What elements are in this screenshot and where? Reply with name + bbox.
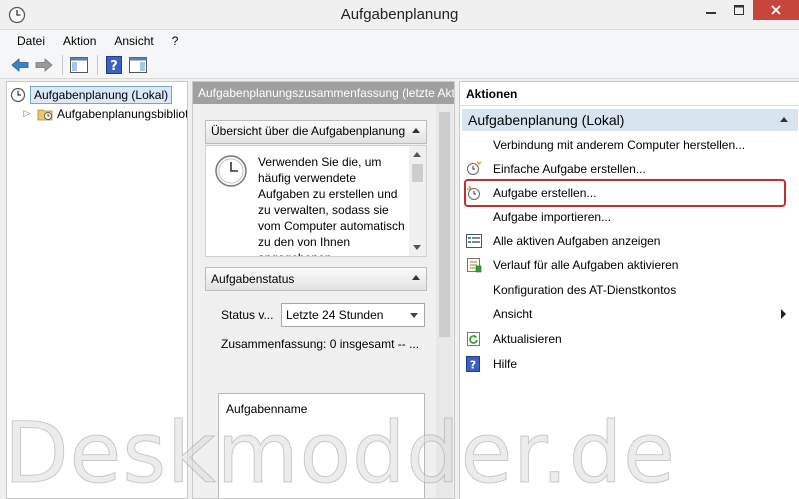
actions-group-header[interactable]: Aufgabenplanung (Lokal) bbox=[462, 109, 798, 131]
summary-scrollbar[interactable] bbox=[436, 104, 453, 498]
action-help[interactable]: ? Hilfe bbox=[466, 353, 786, 375]
action-at-service-config[interactable]: Konfiguration des AT-Dienstkontos bbox=[466, 279, 786, 301]
overview-scrollbar[interactable] bbox=[409, 146, 426, 256]
svg-text:?: ? bbox=[110, 59, 118, 74]
action-refresh[interactable]: Aktualisieren bbox=[466, 328, 786, 350]
scrollbar-thumb[interactable] bbox=[412, 164, 423, 182]
navigation-tree: Aufgabenplanung (Lokal) ▷ Aufgabenplanun… bbox=[6, 81, 188, 499]
action-label: Aufgabe importieren... bbox=[493, 210, 612, 224]
back-button[interactable] bbox=[9, 54, 31, 76]
action-create-task[interactable]: Aufgabe erstellen... bbox=[464, 179, 786, 207]
column-header-task-name[interactable]: Aufgabenname bbox=[226, 402, 307, 416]
expand-icon[interactable]: ▷ bbox=[21, 108, 33, 119]
actions-header: Aktionen bbox=[460, 82, 799, 106]
action-pane-icon bbox=[129, 57, 147, 73]
actions-group-title: Aufgabenplanung (Lokal) bbox=[468, 112, 625, 128]
overview-text: Verwenden Sie die, um häufig verwendete … bbox=[258, 155, 405, 256]
scroll-down-icon[interactable] bbox=[413, 245, 421, 250]
help-icon: ? bbox=[106, 56, 122, 74]
toolbar-separator bbox=[62, 55, 63, 75]
folder-clock-icon bbox=[37, 106, 53, 122]
collapse-icon[interactable] bbox=[780, 117, 788, 122]
help-icon: ? bbox=[466, 356, 482, 372]
refresh-icon bbox=[466, 331, 482, 347]
status-title: Aufgabenstatus bbox=[211, 272, 295, 286]
task-table[interactable]: Aufgabenname bbox=[218, 393, 425, 498]
toolbar: ? bbox=[0, 52, 799, 79]
svg-text:?: ? bbox=[470, 359, 476, 372]
blank-icon bbox=[466, 306, 482, 322]
window-controls bbox=[697, 0, 799, 20]
status-label: Status v... bbox=[221, 308, 274, 322]
status-period-select[interactable]: Letzte 24 Stunden bbox=[281, 303, 425, 327]
create-task-icon bbox=[466, 185, 482, 201]
actions-panel: Aktionen Aufgabenplanung (Lokal) Verbind… bbox=[459, 81, 799, 499]
scrollbar-thumb[interactable] bbox=[439, 112, 450, 337]
status-period-value: Letzte 24 Stunden bbox=[286, 308, 384, 322]
action-label: Konfiguration des AT-Dienstkontos bbox=[493, 283, 677, 297]
tree-item-root-label: Aufgabenplanung (Lokal) bbox=[30, 85, 173, 104]
action-label: Aufgabe erstellen... bbox=[493, 186, 597, 200]
submenu-arrow-icon bbox=[781, 309, 786, 319]
action-label: Alle aktiven Aufgaben anzeigen bbox=[493, 234, 661, 248]
blank-icon bbox=[466, 137, 482, 153]
menu-aktion[interactable]: Aktion bbox=[54, 34, 105, 48]
action-label: Verbindung mit anderem Computer herstell… bbox=[493, 138, 746, 152]
maximize-button[interactable] bbox=[725, 0, 753, 20]
action-connect-computer[interactable]: Verbindung mit anderem Computer herstell… bbox=[466, 134, 786, 156]
summary-panel: Aufgabenplanungszusammenfassung (letzte … bbox=[192, 81, 455, 499]
action-label: Hilfe bbox=[493, 357, 518, 371]
menu-bar: Datei Aktion Ansicht ? bbox=[0, 30, 799, 52]
action-import-task[interactable]: Aufgabe importieren... bbox=[466, 206, 786, 228]
close-icon bbox=[771, 5, 781, 15]
menu-datei[interactable]: Datei bbox=[8, 34, 54, 48]
back-icon bbox=[11, 58, 29, 72]
menu-ansicht[interactable]: Ansicht bbox=[105, 34, 162, 48]
list-icon bbox=[466, 233, 482, 249]
window-title: Aufgabenplanung bbox=[340, 6, 459, 23]
action-label: Aktualisieren bbox=[493, 332, 562, 346]
overview-title: Übersicht über die Aufgabenplanung bbox=[211, 124, 406, 138]
clock-icon bbox=[214, 154, 248, 188]
action-label: Verlauf für alle Aufgaben aktivieren bbox=[493, 258, 679, 272]
overview-box: Verwenden Sie die, um häufig verwendete … bbox=[205, 145, 427, 257]
title-bar: Aufgabenplanung bbox=[0, 0, 799, 30]
help-button[interactable]: ? bbox=[103, 54, 125, 76]
action-show-running-tasks[interactable]: Alle aktiven Aufgaben anzeigen bbox=[466, 230, 786, 252]
tree-item-root[interactable]: Aufgabenplanung (Lokal) bbox=[10, 85, 173, 104]
status-summary: Zusammenfassung: 0 insgesamt -- ... bbox=[221, 337, 420, 351]
history-icon bbox=[466, 257, 482, 273]
action-pane-button[interactable] bbox=[127, 54, 149, 76]
blank-icon bbox=[466, 282, 482, 298]
status-section-header[interactable]: Aufgabenstatus bbox=[205, 267, 427, 291]
minimize-icon bbox=[706, 12, 716, 14]
forward-icon bbox=[35, 58, 53, 72]
menu-help[interactable]: ? bbox=[163, 34, 188, 48]
action-label: Ansicht bbox=[493, 307, 533, 321]
tree-item-library[interactable]: ▷ Aufgabenplanungsbibliot bbox=[21, 104, 188, 123]
blank-icon bbox=[466, 209, 482, 225]
chevron-down-icon bbox=[410, 313, 418, 318]
tree-item-library-label: Aufgabenplanungsbibliot bbox=[57, 106, 188, 121]
action-create-basic-task[interactable]: Einfache Aufgabe erstellen... bbox=[466, 158, 786, 180]
show-hide-tree-button[interactable] bbox=[68, 54, 90, 76]
action-enable-history[interactable]: Verlauf für alle Aufgaben aktivieren bbox=[466, 254, 786, 276]
show-hide-tree-icon bbox=[70, 57, 88, 73]
collapse-icon[interactable] bbox=[412, 128, 420, 133]
scroll-up-icon[interactable] bbox=[413, 152, 421, 157]
toolbar-separator bbox=[97, 55, 98, 75]
clock-icon bbox=[10, 87, 26, 103]
overview-section-header[interactable]: Übersicht über die Aufgabenplanung bbox=[205, 120, 427, 144]
collapse-icon[interactable] bbox=[412, 275, 420, 280]
close-button[interactable] bbox=[753, 0, 799, 20]
wizard-icon bbox=[466, 161, 482, 177]
minimize-button[interactable] bbox=[697, 0, 725, 20]
action-label: Einfache Aufgabe erstellen... bbox=[493, 162, 646, 176]
summary-header: Aufgabenplanungszusammenfassung (letzte … bbox=[193, 82, 454, 104]
action-view[interactable]: Ansicht bbox=[466, 303, 786, 325]
maximize-icon bbox=[734, 5, 744, 15]
forward-button[interactable] bbox=[33, 54, 55, 76]
